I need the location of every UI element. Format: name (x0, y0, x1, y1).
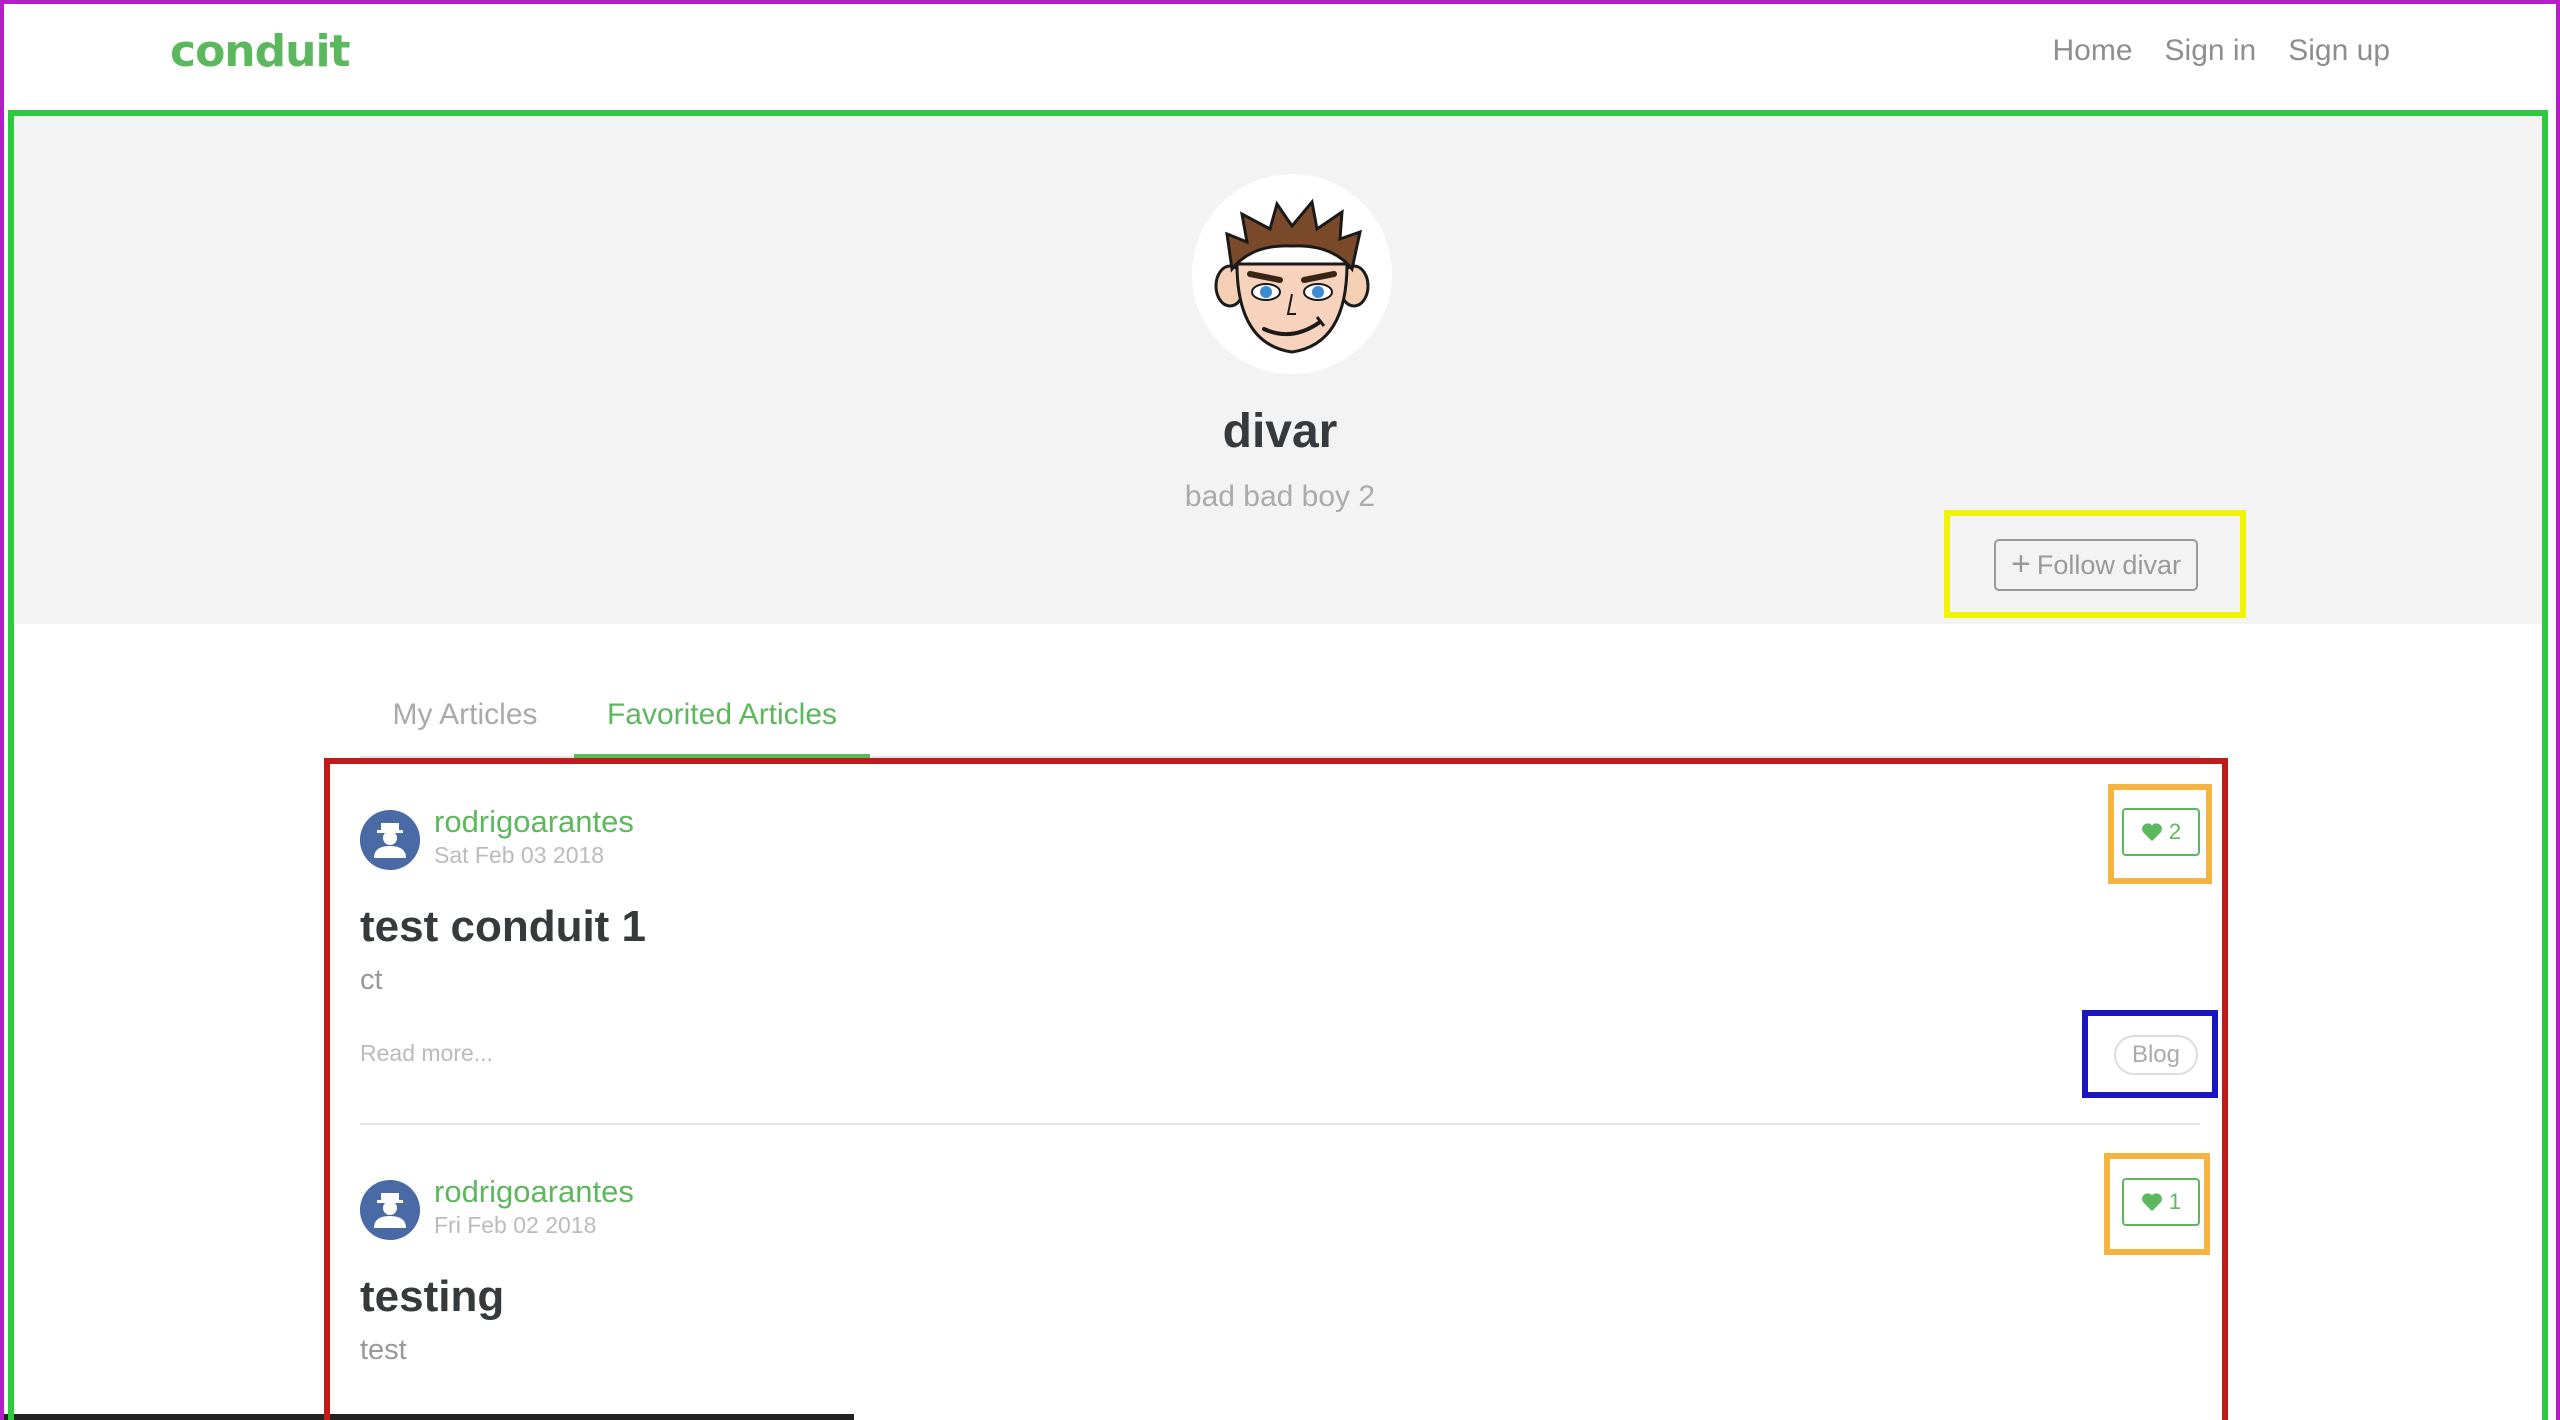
author-name-link[interactable]: rodrigoarantes (434, 804, 634, 840)
follow-button-label: Follow divar (2036, 549, 2181, 580)
nav-sign-in-link[interactable]: Sign in (2165, 34, 2257, 68)
favorite-button[interactable]: 1 (2122, 1178, 2200, 1226)
profile-banner: divar bad bad boy 2 + Follow divar (12, 114, 2544, 624)
article-divider (360, 1123, 2200, 1125)
profile-avatar (1192, 174, 1392, 374)
favorite-count: 1 (2168, 1189, 2182, 1214)
tag-pill[interactable]: Blog (2113, 1035, 2198, 1075)
favorite-count: 2 (2168, 819, 2182, 844)
plus-icon: + (2011, 544, 2031, 583)
author-avatar-icon (360, 1180, 420, 1240)
article-date: Sat Feb 03 2018 (434, 842, 605, 868)
brand-logo[interactable]: conduit (170, 26, 351, 77)
author-avatar[interactable] (360, 1180, 420, 1240)
article-tabs: My Articles Favorited Articles (360, 684, 2200, 758)
top-navbar: conduit Home Sign in Sign up (0, 0, 2560, 110)
article-description: test (360, 1334, 407, 1366)
cartoon-face-icon (1214, 198, 1370, 354)
profile-bio: bad bad boy 2 (1184, 480, 1376, 513)
favorite-button[interactable]: 2 (2122, 808, 2200, 856)
author-avatar-icon (360, 810, 420, 870)
read-more-link[interactable]: Read more... (360, 1040, 493, 1067)
tab-favorited-articles[interactable]: Favorited Articles (574, 684, 870, 758)
article-description: ct (360, 964, 383, 996)
article-preview: rodrigoarantes Fri Feb 02 2018 1 testing… (360, 1174, 2200, 1420)
profile-username: divar (1222, 405, 1338, 458)
article-preview: rodrigoarantes Sat Feb 03 2018 2 test co… (360, 804, 2200, 1110)
tab-my-articles[interactable]: My Articles (360, 684, 570, 754)
article-date: Fri Feb 02 2018 (434, 1212, 597, 1238)
article-title[interactable]: test conduit 1 (360, 902, 646, 952)
bottom-scrollbar[interactable] (0, 1414, 854, 1420)
heart-icon (2141, 823, 2162, 842)
author-avatar[interactable] (360, 810, 420, 870)
article-title[interactable]: testing (360, 1272, 504, 1322)
nav-links: Home Sign in Sign up (2052, 34, 2390, 68)
nav-home-link[interactable]: Home (2052, 34, 2132, 68)
author-name-link[interactable]: rodrigoarantes (434, 1174, 634, 1210)
nav-sign-up-link[interactable]: Sign up (2288, 34, 2390, 68)
heart-icon (2141, 1193, 2162, 1212)
follow-user-button[interactable]: + Follow divar (1994, 539, 2198, 591)
